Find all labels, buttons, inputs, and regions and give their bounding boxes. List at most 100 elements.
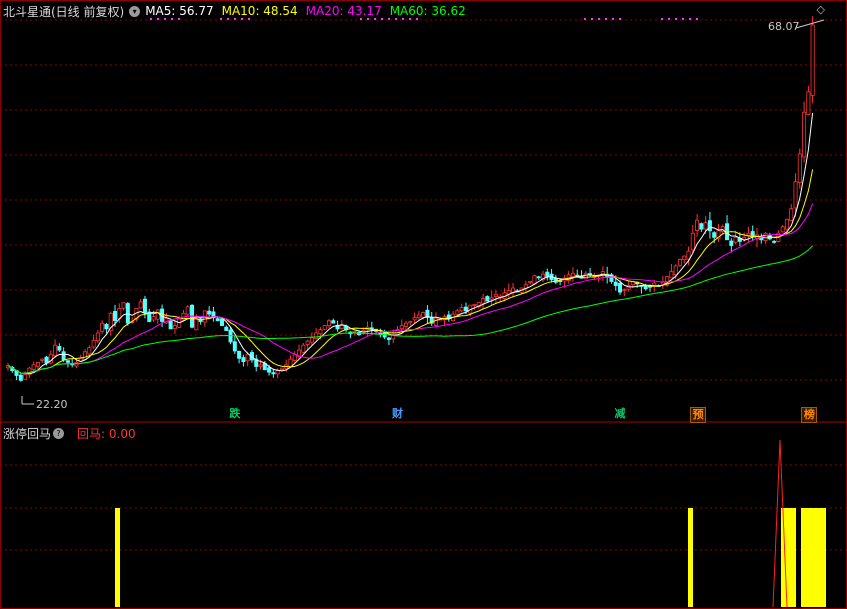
candle: [288, 358, 293, 367]
candle: [61, 351, 66, 361]
candle: [151, 316, 156, 321]
candle: [331, 320, 336, 324]
candle: [570, 272, 575, 278]
signal-dot: [584, 18, 586, 20]
candle: [712, 232, 717, 238]
candle: [57, 346, 62, 351]
stock-title[interactable]: 北斗星通(日线 前复权): [3, 3, 124, 20]
candle: [733, 236, 738, 243]
candle: [493, 294, 498, 297]
event-marker[interactable]: 预: [690, 407, 707, 423]
ma60-label: MA60: 36.62: [389, 4, 466, 18]
event-marker[interactable]: 减: [613, 407, 627, 421]
candle: [352, 330, 357, 333]
signal-bar: [115, 508, 120, 607]
candle: [237, 350, 242, 359]
high-price-label: 68.07: [768, 20, 800, 33]
ma20-label: MA20: 43.17: [305, 4, 382, 18]
candle: [742, 236, 747, 240]
candle: [326, 320, 331, 327]
candle: [224, 326, 229, 331]
signal-dot: [668, 18, 670, 20]
candle: [622, 289, 627, 292]
candle: [100, 322, 105, 332]
candle: [95, 332, 100, 342]
candle: [185, 306, 190, 315]
diamond-icon[interactable]: ◇: [817, 3, 825, 16]
candle: [528, 281, 533, 283]
candle: [695, 219, 700, 231]
candle: [314, 332, 319, 339]
candle: [746, 232, 751, 236]
candle: [121, 302, 126, 309]
indicator-title[interactable]: 涨停回马: [3, 425, 51, 442]
signal-dot: [612, 18, 614, 20]
signal-bar: [806, 508, 811, 607]
signal-bar: [811, 508, 816, 607]
candle: [271, 372, 276, 375]
signal-dot: [675, 18, 677, 20]
candle: [618, 282, 623, 293]
candle: [386, 337, 391, 340]
candle: [472, 303, 477, 306]
signal-dot: [696, 18, 698, 20]
candle: [545, 271, 550, 277]
signal-dot: [605, 18, 607, 20]
signal-dot: [598, 18, 600, 20]
sub-chart-header: 涨停回马 ? 回马: 0.00: [0, 424, 144, 442]
signal-dot: [619, 18, 621, 20]
candle: [305, 340, 310, 345]
ma5-label: MA5: 56.77: [145, 4, 214, 18]
candle: [433, 317, 438, 326]
high-arrow: [795, 19, 825, 29]
candle: [91, 339, 96, 348]
signal-dot: [682, 18, 684, 20]
signal-bar: [688, 508, 693, 607]
candle: [408, 321, 413, 324]
candle: [793, 181, 798, 209]
candle: [455, 310, 460, 315]
candle: [750, 231, 755, 237]
candle: [416, 314, 421, 318]
candle: [682, 255, 687, 260]
signal-bar: [791, 508, 796, 607]
candle: [177, 318, 182, 328]
candle: [780, 226, 785, 233]
candle: [797, 153, 802, 183]
candle: [404, 322, 409, 327]
ma10-label: MA10: 48.54: [221, 4, 298, 18]
candle: [40, 358, 45, 361]
candle: [481, 298, 486, 304]
candle: [65, 360, 70, 363]
candle: [83, 351, 88, 360]
candle: [31, 364, 36, 370]
candle: [669, 271, 674, 279]
candle: [241, 357, 246, 362]
candle: [267, 367, 272, 373]
candle: [536, 276, 541, 279]
candle: [322, 325, 327, 330]
info-icon[interactable]: ?: [53, 427, 65, 439]
candle: [677, 258, 682, 266]
candle: [53, 344, 58, 357]
event-marker[interactable]: 榜: [801, 407, 818, 423]
candle: [219, 318, 224, 327]
candle: [258, 364, 263, 367]
low-price-label: 22.20: [36, 398, 68, 411]
chevron-down-icon[interactable]: ▾: [129, 5, 141, 17]
candle: [789, 208, 794, 221]
candle: [763, 232, 768, 241]
candle: [459, 307, 464, 312]
candle: [104, 323, 109, 330]
candle: [806, 91, 811, 115]
candle: [142, 298, 147, 313]
candle: [729, 240, 734, 246]
candle: [399, 325, 404, 330]
candle: [232, 341, 237, 352]
kline-chart[interactable]: [0, 0, 847, 609]
candle: [421, 312, 426, 318]
candle: [690, 232, 695, 251]
signal-bar: [801, 508, 806, 607]
event-marker[interactable]: 跌: [228, 407, 242, 421]
event-marker[interactable]: 财: [390, 407, 404, 421]
